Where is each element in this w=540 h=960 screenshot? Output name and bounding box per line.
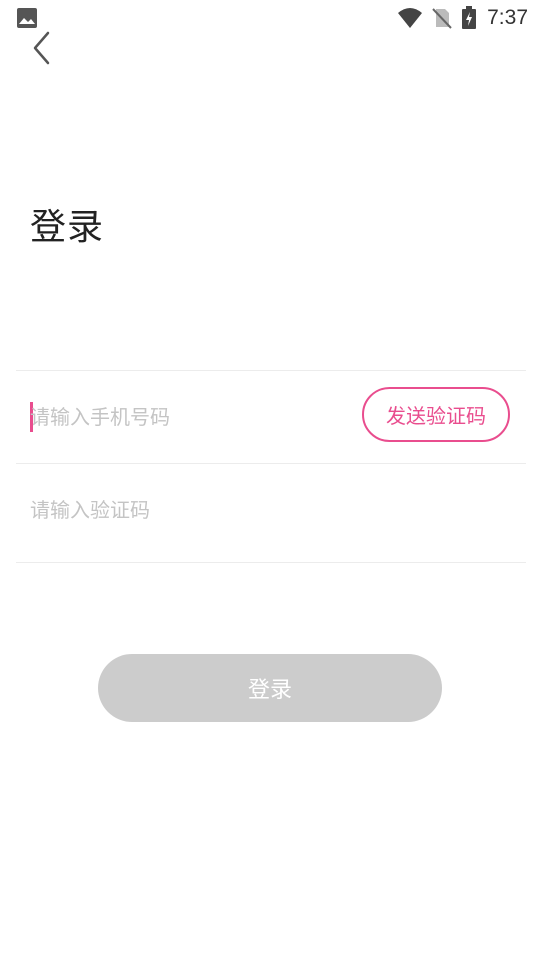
status-bar: 7:37 xyxy=(0,0,540,36)
back-button[interactable] xyxy=(22,26,62,70)
status-icons: 7:37 xyxy=(397,4,528,32)
battery-charging-icon xyxy=(462,6,477,29)
login-button-label: 登录 xyxy=(247,678,292,703)
status-time: 7:37 xyxy=(487,6,528,29)
login-button[interactable]: 登录 xyxy=(98,654,442,722)
verification-code-input[interactable] xyxy=(30,494,490,526)
send-code-label: 发送验证码 xyxy=(386,404,486,428)
divider-bottom xyxy=(16,562,526,563)
no-sim-icon xyxy=(432,8,452,29)
chevron-left-icon xyxy=(33,31,50,65)
page-title: 登录 xyxy=(30,207,105,248)
phone-row: 发送验证码 xyxy=(16,371,526,463)
send-code-button[interactable]: 发送验证码 xyxy=(362,387,510,442)
wifi-icon xyxy=(398,8,423,28)
code-row xyxy=(16,464,526,562)
phone-input[interactable] xyxy=(30,401,330,433)
